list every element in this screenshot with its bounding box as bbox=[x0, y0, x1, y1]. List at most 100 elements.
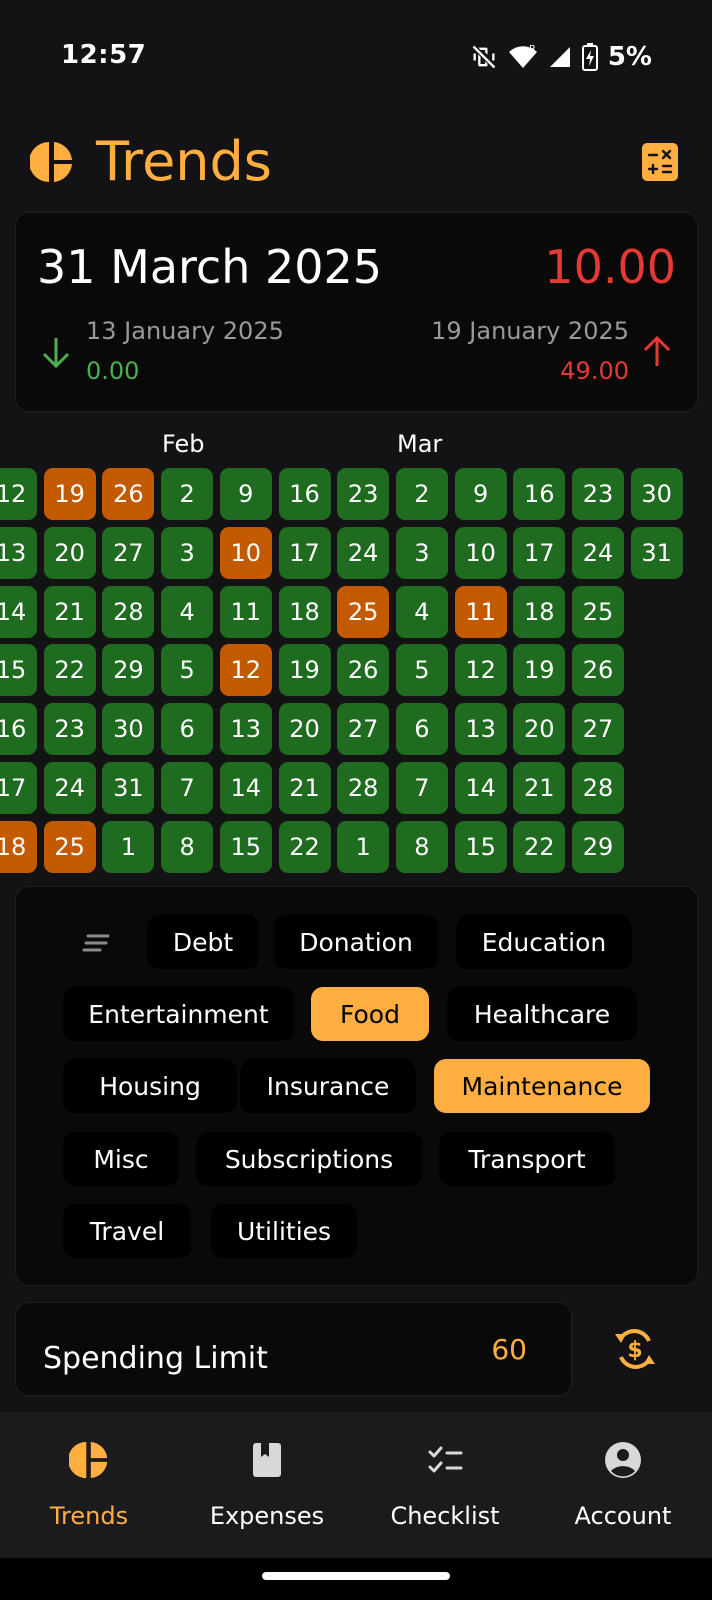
heatmap-day-cell[interactable]: 20 bbox=[513, 703, 566, 756]
heatmap-day-cell[interactable]: 31 bbox=[102, 762, 155, 814]
heatmap-day-cell[interactable]: 15 bbox=[219, 820, 272, 873]
heatmap-day-cell[interactable]: 10 bbox=[454, 526, 507, 579]
heatmap-day-cell[interactable]: 30 bbox=[630, 468, 683, 520]
heatmap-day-cell[interactable]: 30 bbox=[102, 703, 155, 756]
category-chip-education[interactable]: Education bbox=[456, 915, 632, 969]
heatmap-day-cell[interactable]: 10 bbox=[219, 526, 272, 579]
heatmap-day-cell[interactable]: 28 bbox=[102, 585, 155, 638]
heatmap-day-cell[interactable]: 11 bbox=[454, 585, 507, 638]
category-chip-housing[interactable]: Housing bbox=[63, 1059, 237, 1113]
heatmap-day-cell[interactable]: 20 bbox=[43, 526, 96, 579]
heatmap-day-cell[interactable]: 7 bbox=[395, 762, 448, 814]
heatmap-day-cell[interactable]: 13 bbox=[219, 703, 272, 756]
heatmap-day-cell[interactable]: 29 bbox=[572, 820, 624, 873]
heatmap-day-cell[interactable]: 13 bbox=[454, 703, 507, 756]
heatmap-day-cell[interactable]: 16 bbox=[278, 468, 331, 520]
heatmap-day-cell[interactable]: 27 bbox=[337, 703, 390, 756]
heatmap-day-cell[interactable]: 5 bbox=[161, 644, 214, 697]
heatmap-day-cell[interactable]: 9 bbox=[219, 468, 272, 520]
heatmap-day-cell[interactable]: 3 bbox=[395, 526, 448, 579]
sort-icon[interactable] bbox=[80, 931, 112, 955]
heatmap-day-cell[interactable]: 23 bbox=[337, 468, 390, 520]
heatmap-day-cell[interactable]: 25 bbox=[572, 585, 624, 638]
gesture-handle[interactable] bbox=[262, 1572, 450, 1580]
heatmap-day-cell[interactable]: 18 bbox=[513, 585, 566, 638]
heatmap-day-cell[interactable]: 22 bbox=[43, 644, 96, 697]
nav-item-checklist[interactable]: Checklist bbox=[356, 1412, 534, 1558]
heatmap-day-cell[interactable]: 23 bbox=[43, 703, 96, 756]
heatmap-day-cell[interactable]: 21 bbox=[513, 762, 566, 814]
nav-item-expenses[interactable]: Expenses bbox=[178, 1412, 356, 1558]
heatmap-day-cell[interactable]: 25 bbox=[43, 820, 96, 873]
heatmap-day-cell[interactable]: 3 bbox=[161, 526, 214, 579]
heatmap-day-cell[interactable]: 31 bbox=[630, 526, 683, 579]
category-chip-insurance[interactable]: Insurance bbox=[240, 1059, 416, 1113]
heatmap-day-cell[interactable]: 12 bbox=[0, 468, 37, 520]
heatmap-day-cell[interactable]: 19 bbox=[513, 644, 566, 697]
heatmap-day-cell[interactable]: 16 bbox=[0, 703, 37, 756]
heatmap-day-cell[interactable]: 6 bbox=[161, 703, 214, 756]
heatmap-day-cell[interactable]: 18 bbox=[278, 585, 331, 638]
heatmap-day-cell[interactable]: 12 bbox=[219, 644, 272, 697]
heatmap-day-cell[interactable]: 4 bbox=[395, 585, 448, 638]
heatmap-day-cell[interactable]: 8 bbox=[395, 820, 448, 873]
heatmap-day-cell[interactable]: 22 bbox=[278, 820, 331, 873]
heatmap-day-cell[interactable]: 26 bbox=[102, 468, 155, 520]
heatmap-day-cell[interactable]: 7 bbox=[161, 762, 214, 814]
heatmap-day-cell[interactable]: 11 bbox=[219, 585, 272, 638]
calculator-icon[interactable] bbox=[642, 143, 678, 181]
heatmap-day-cell[interactable]: 21 bbox=[43, 585, 96, 638]
heatmap-day-cell[interactable]: 24 bbox=[337, 526, 390, 579]
heatmap-day-cell[interactable]: 1 bbox=[337, 820, 390, 873]
category-chip-maintenance[interactable]: Maintenance bbox=[434, 1059, 650, 1113]
heatmap-day-cell[interactable]: 17 bbox=[513, 526, 566, 579]
category-chip-misc[interactable]: Misc bbox=[63, 1132, 179, 1186]
currency-exchange-icon[interactable]: $ bbox=[612, 1326, 658, 1372]
heatmap-day-cell[interactable]: 14 bbox=[219, 762, 272, 814]
heatmap-day-cell[interactable]: 8 bbox=[161, 820, 214, 873]
heatmap-day-cell[interactable]: 9 bbox=[454, 468, 507, 520]
category-chip-travel[interactable]: Travel bbox=[63, 1204, 191, 1258]
heatmap-day-cell[interactable]: 24 bbox=[572, 526, 624, 579]
heatmap-day-cell[interactable]: 28 bbox=[572, 762, 624, 814]
heatmap-day-cell[interactable]: 15 bbox=[0, 644, 37, 697]
heatmap-day-cell[interactable]: 2 bbox=[395, 468, 448, 520]
heatmap-day-cell[interactable]: 5 bbox=[395, 644, 448, 697]
category-chip-healthcare[interactable]: Healthcare bbox=[447, 987, 637, 1041]
category-chip-transport[interactable]: Transport bbox=[439, 1132, 615, 1186]
heatmap-day-cell[interactable]: 14 bbox=[454, 762, 507, 814]
heatmap-day-cell[interactable]: 6 bbox=[395, 703, 448, 756]
heatmap-day-cell[interactable]: 17 bbox=[0, 762, 37, 814]
nav-item-trends[interactable]: Trends bbox=[0, 1412, 178, 1558]
spending-limit-value[interactable]: 60 bbox=[491, 1333, 527, 1366]
heatmap-day-cell[interactable]: 26 bbox=[337, 644, 390, 697]
category-chip-donation[interactable]: Donation bbox=[274, 915, 438, 969]
heatmap-day-cell[interactable]: 14 bbox=[0, 585, 37, 638]
heatmap-day-cell[interactable]: 29 bbox=[102, 644, 155, 697]
heatmap-day-cell[interactable]: 27 bbox=[102, 526, 155, 579]
nav-item-account[interactable]: Account bbox=[534, 1412, 712, 1558]
heatmap-day-cell[interactable]: 18 bbox=[0, 820, 37, 873]
category-chip-subscriptions[interactable]: Subscriptions bbox=[196, 1132, 422, 1186]
heatmap-day-cell[interactable]: 17 bbox=[278, 526, 331, 579]
heatmap-day-cell[interactable]: 27 bbox=[572, 703, 624, 756]
heatmap-day-cell[interactable]: 15 bbox=[454, 820, 507, 873]
heatmap-day-cell[interactable]: 28 bbox=[337, 762, 390, 814]
heatmap-day-cell[interactable]: 13 bbox=[0, 526, 37, 579]
category-chip-utilities[interactable]: Utilities bbox=[211, 1204, 357, 1258]
heatmap-day-cell[interactable]: 25 bbox=[337, 585, 390, 638]
category-chip-debt[interactable]: Debt bbox=[147, 915, 259, 969]
heatmap-day-cell[interactable]: 26 bbox=[572, 644, 624, 697]
heatmap-day-cell[interactable]: 19 bbox=[43, 468, 96, 520]
heatmap-day-cell[interactable]: 12 bbox=[454, 644, 507, 697]
heatmap-day-cell[interactable]: 21 bbox=[278, 762, 331, 814]
heatmap-day-cell[interactable]: 19 bbox=[278, 644, 331, 697]
heatmap-day-cell[interactable]: 22 bbox=[513, 820, 566, 873]
heatmap-day-cell[interactable]: 20 bbox=[278, 703, 331, 756]
category-chip-food[interactable]: Food bbox=[311, 987, 429, 1041]
heatmap-day-cell[interactable]: 23 bbox=[572, 468, 624, 520]
heatmap-day-cell[interactable]: 1 bbox=[102, 820, 155, 873]
heatmap-day-cell[interactable]: 16 bbox=[513, 468, 566, 520]
category-chip-entertainment[interactable]: Entertainment bbox=[63, 987, 294, 1041]
heatmap-day-cell[interactable]: 2 bbox=[161, 468, 214, 520]
